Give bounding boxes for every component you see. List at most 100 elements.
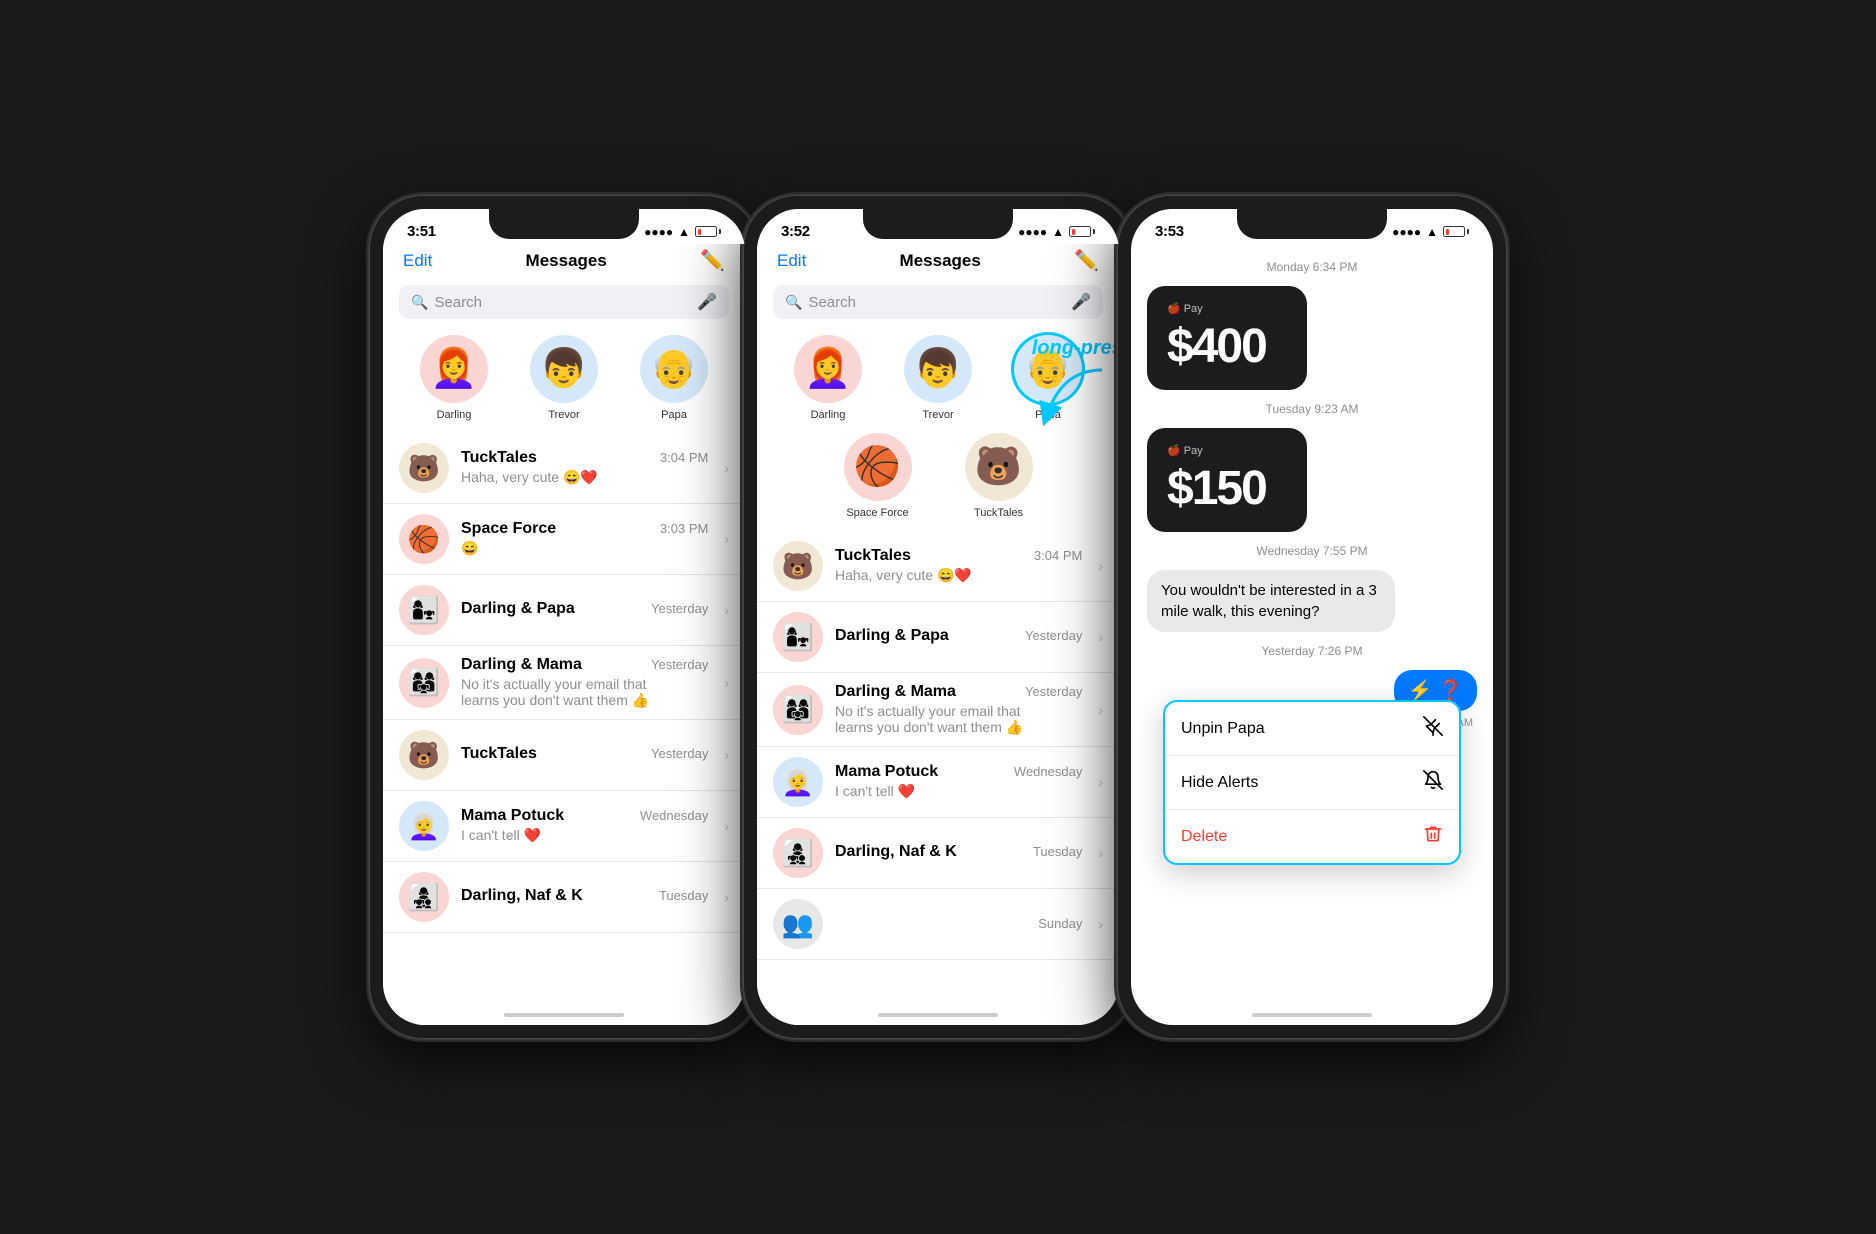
battery-icon-1 bbox=[695, 226, 721, 237]
msg-avatar-tt-2: 🐻 bbox=[773, 541, 823, 591]
time-2: 3:52 bbox=[781, 223, 810, 240]
search-bar-1[interactable]: 🔍 Search 🎤 bbox=[399, 285, 729, 319]
chevron-dm-1: › bbox=[724, 675, 729, 691]
time-3: 3:53 bbox=[1155, 223, 1184, 240]
avatar-spaceforce-2: 🏀 bbox=[844, 433, 912, 501]
search-placeholder-2: Search bbox=[808, 294, 1065, 311]
message-item-darlingpapa-2[interactable]: 👩‍👧 Darling & Papa Yesterday › bbox=[757, 602, 1119, 673]
nav-bar-1: Edit Messages ✏️ bbox=[383, 244, 745, 281]
message-item-tucktales2-1[interactable]: 🐻 TuckTales Yesterday › bbox=[383, 720, 745, 791]
pinned-tucktales-2[interactable]: 🐻 TuckTales bbox=[965, 433, 1033, 519]
chevron-dp-1: › bbox=[724, 602, 729, 618]
msg-time-tt2-1: Yesterday bbox=[651, 746, 708, 761]
screen-content-3: 3:53 ●●●● ▲ Monday 6:34 PM bbox=[1131, 209, 1493, 1025]
msg-time-1: 3:04 PM bbox=[660, 450, 708, 465]
message-item-mamapotuck-1[interactable]: 👩‍🦳 Mama Potuck Wednesday I can't tell ❤… bbox=[383, 791, 745, 862]
phone-2: 3:52 ●●●● ▲ Edit M bbox=[743, 195, 1133, 1039]
msg-time-mp-2: Wednesday bbox=[1014, 764, 1082, 779]
search-bar-2[interactable]: 🔍 Search 🎤 bbox=[773, 285, 1103, 319]
battery-tip-3 bbox=[1467, 229, 1469, 234]
msg-content-1: TuckTales 3:04 PM Haha, very cute 😄❤️ bbox=[461, 449, 708, 487]
message-item-darlingpapa-1[interactable]: 👩‍👧 Darling & Papa Yesterday › bbox=[383, 575, 745, 646]
edit-button-2[interactable]: Edit bbox=[777, 251, 806, 271]
unpin-label-3: Unpin Papa bbox=[1181, 720, 1265, 738]
signal-icon-1: ●●●● bbox=[644, 225, 673, 239]
message-item-spaceforce-1[interactable]: 🏀 Space Force 3:03 PM 😄 › bbox=[383, 504, 745, 575]
msg-time-tt-2: 3:04 PM bbox=[1034, 548, 1082, 563]
battery-tip-1 bbox=[719, 229, 721, 234]
status-icons-1: ●●●● ▲ bbox=[644, 225, 721, 239]
phone-screen-2: 3:52 ●●●● ▲ Edit M bbox=[757, 209, 1119, 1025]
compose-button-1[interactable]: ✏️ bbox=[700, 248, 725, 273]
pinned-darling-2[interactable]: 👩‍🦰 Darling bbox=[794, 335, 862, 421]
search-icon-2: 🔍 bbox=[785, 294, 802, 311]
phone-3: 3:53 ●●●● ▲ Monday 6:34 PM bbox=[1117, 195, 1507, 1039]
battery-fill-2 bbox=[1072, 229, 1075, 235]
context-item-unpin-3[interactable]: Unpin Papa bbox=[1165, 702, 1459, 756]
msg-avatar-dnk-1: 👩‍👧‍👦 bbox=[399, 872, 449, 922]
avatar-tucktales-2: 🐻 bbox=[965, 433, 1033, 501]
msg-time-mp-1: Wednesday bbox=[640, 808, 708, 823]
chevron-tt-2: › bbox=[1098, 558, 1103, 574]
edit-button-1[interactable]: Edit bbox=[403, 251, 432, 271]
pinned-name-papa-1: Papa bbox=[661, 409, 687, 421]
battery-icon-3 bbox=[1443, 226, 1469, 237]
wifi-icon-2: ▲ bbox=[1052, 225, 1064, 239]
pinned-name-spaceforce-2: Space Force bbox=[846, 507, 908, 519]
msg-avatar-dp-2: 👩‍👧 bbox=[773, 612, 823, 662]
msg-avatar-mp-2: 👩‍🦳 bbox=[773, 757, 823, 807]
message-item-darlingnafk-2[interactable]: 👩‍👧‍👦 Darling, Naf & K Tuesday › bbox=[757, 818, 1119, 889]
context-item-delete-3[interactable]: Delete bbox=[1165, 810, 1459, 863]
message-item-darlingmama-1[interactable]: 👩‍👩‍👧 Darling & Mama Yesterday No it's a… bbox=[383, 646, 745, 720]
msg-content-dp-1: Darling & Papa Yesterday bbox=[461, 600, 708, 620]
battery-fill-3 bbox=[1446, 229, 1449, 235]
pinned-name-trevor-1: Trevor bbox=[548, 409, 579, 421]
chevron-1: › bbox=[724, 460, 729, 476]
message-item-tucktales-2[interactable]: 🐻 TuckTales 3:04 PM Haha, very cute 😄❤️ … bbox=[757, 531, 1119, 602]
msg-time-dnk-1: Tuesday bbox=[659, 888, 708, 903]
home-indicator-1 bbox=[504, 1013, 624, 1017]
message-item-darlingnafk-1[interactable]: 👩‍👧‍👦 Darling, Naf & K Tuesday › bbox=[383, 862, 745, 933]
compose-button-2[interactable]: ✏️ bbox=[1074, 248, 1099, 273]
msg-avatar-dm-2: 👩‍👩‍👧 bbox=[773, 685, 823, 735]
pinned-darling-1[interactable]: 👩‍🦰 Darling bbox=[420, 335, 488, 421]
msg-time-dm-2: Yesterday bbox=[1025, 684, 1082, 699]
msg-content-sf-1: Space Force 3:03 PM 😄 bbox=[461, 520, 708, 558]
message-item-sunday-2[interactable]: 👥 Sunday › bbox=[757, 889, 1119, 960]
msg-name-dp-1: Darling & Papa bbox=[461, 600, 575, 618]
screen-content-1: 3:51 ●●●● ▲ Edit M bbox=[383, 209, 745, 1025]
chevron-dp-2: › bbox=[1098, 629, 1103, 645]
msg-avatar-1: 🐻 bbox=[399, 443, 449, 493]
pinned-trevor-2[interactable]: 👦 Trevor bbox=[904, 335, 972, 421]
context-item-hidealerts-3[interactable]: Hide Alerts bbox=[1165, 756, 1459, 810]
search-icon-1: 🔍 bbox=[411, 294, 428, 311]
message-item-darlingmama-2[interactable]: 👩‍👩‍👧 Darling & Mama Yesterday No it's a… bbox=[757, 673, 1119, 747]
msg-top-mp-1: Mama Potuck Wednesday bbox=[461, 807, 708, 825]
message-item-tucktales-1[interactable]: 🐻 TuckTales 3:04 PM Haha, very cute 😄❤️ … bbox=[383, 433, 745, 504]
msg-top-dp-1: Darling & Papa Yesterday bbox=[461, 600, 708, 618]
pinned-trevor-1[interactable]: 👦 Trevor bbox=[530, 335, 598, 421]
hidealerts-icon-3 bbox=[1423, 770, 1443, 795]
pinned-papa-1[interactable]: 👴 Papa bbox=[640, 335, 708, 421]
nav-title-1: Messages bbox=[526, 251, 607, 271]
date-wednesday-3: Wednesday 7:55 PM bbox=[1147, 544, 1477, 558]
msg-top-dnk-1: Darling, Naf & K Tuesday bbox=[461, 887, 708, 905]
apple-pay-150-3: 🍎 Pay $150 bbox=[1147, 428, 1307, 532]
avatar-papa-1: 👴 bbox=[640, 335, 708, 403]
msg-content-dnk-2: Darling, Naf & K Tuesday bbox=[835, 843, 1082, 863]
msg-name-1: TuckTales bbox=[461, 449, 537, 467]
message-item-mamapotuck-2[interactable]: 👩‍🦳 Mama Potuck Wednesday I can't tell ❤… bbox=[757, 747, 1119, 818]
battery-body-1 bbox=[695, 226, 717, 237]
date-tuesday-3: Tuesday 9:23 AM bbox=[1147, 402, 1477, 416]
pinned-spaceforce-2[interactable]: 🏀 Space Force bbox=[844, 433, 912, 519]
chevron-tt2-1: › bbox=[724, 747, 729, 763]
message-list-2: 🐻 TuckTales 3:04 PM Haha, very cute 😄❤️ … bbox=[757, 531, 1119, 1025]
phone-frame-3: 3:53 ●●●● ▲ Monday 6:34 PM bbox=[1117, 195, 1507, 1039]
avatar-trevor-2: 👦 bbox=[904, 335, 972, 403]
apple-pay-amount-400: $400 bbox=[1167, 319, 1287, 374]
phone-frame-2: 3:52 ●●●● ▲ Edit M bbox=[743, 195, 1133, 1039]
wifi-icon-3: ▲ bbox=[1426, 225, 1438, 239]
phone-frame-1: 3:51 ●●●● ▲ Edit M bbox=[369, 195, 759, 1039]
notch-2 bbox=[863, 209, 1013, 239]
avatar-trevor-1: 👦 bbox=[530, 335, 598, 403]
